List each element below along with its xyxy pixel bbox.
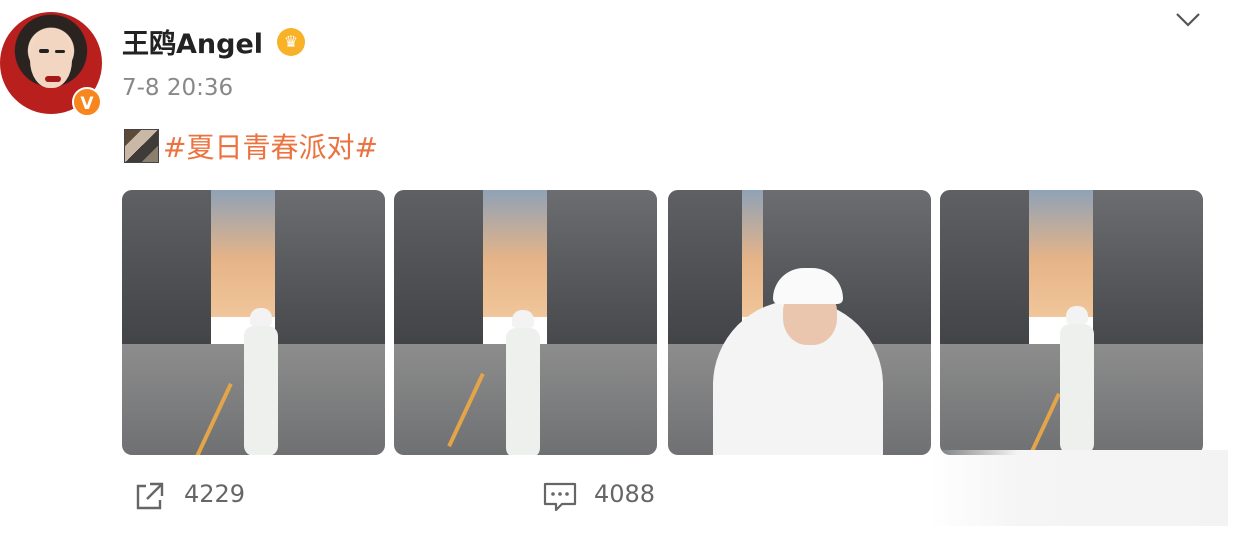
photo-figure-body [506,328,540,455]
photo-figure-head [512,310,534,328]
photo-thumbnail-3[interactable] [668,190,931,455]
verified-badge-icon: V [72,87,102,117]
emoji-sticker-icon [124,129,159,163]
comment-icon [543,482,577,512]
avatar-eye-right [55,50,65,53]
weibo-post-card: V 王鸥Angel ♛ 7-8 20:36 #夏日青春派对# 4229 4088 [0,0,1244,534]
avatar-eye-left [39,49,49,53]
photo-figure-head [1066,306,1088,324]
post-timestamp[interactable]: 7-8 20:36 [122,75,233,101]
photo-thumbnail-4[interactable] [940,190,1203,455]
photo-figure-head [250,308,272,326]
avatar-lips [45,76,61,82]
share-button[interactable]: 4229 [132,478,262,514]
watermark-overlay [928,450,1228,526]
username[interactable]: 王鸥Angel [122,22,263,61]
photo-thumbnail-2[interactable] [394,190,657,455]
photo-figure-body [244,326,278,455]
chevron-down-icon[interactable] [1174,6,1202,34]
comment-count: 4088 [594,480,656,508]
hashtag-link[interactable]: #夏日青春派对# [163,126,378,166]
share-icon [136,482,164,510]
share-count: 4229 [184,480,246,508]
photo-figure-body [1060,324,1094,454]
comment-button[interactable]: 4088 [542,478,672,514]
photo-thumbnail-1[interactable] [122,190,385,455]
crown-icon[interactable]: ♛ [277,28,305,56]
